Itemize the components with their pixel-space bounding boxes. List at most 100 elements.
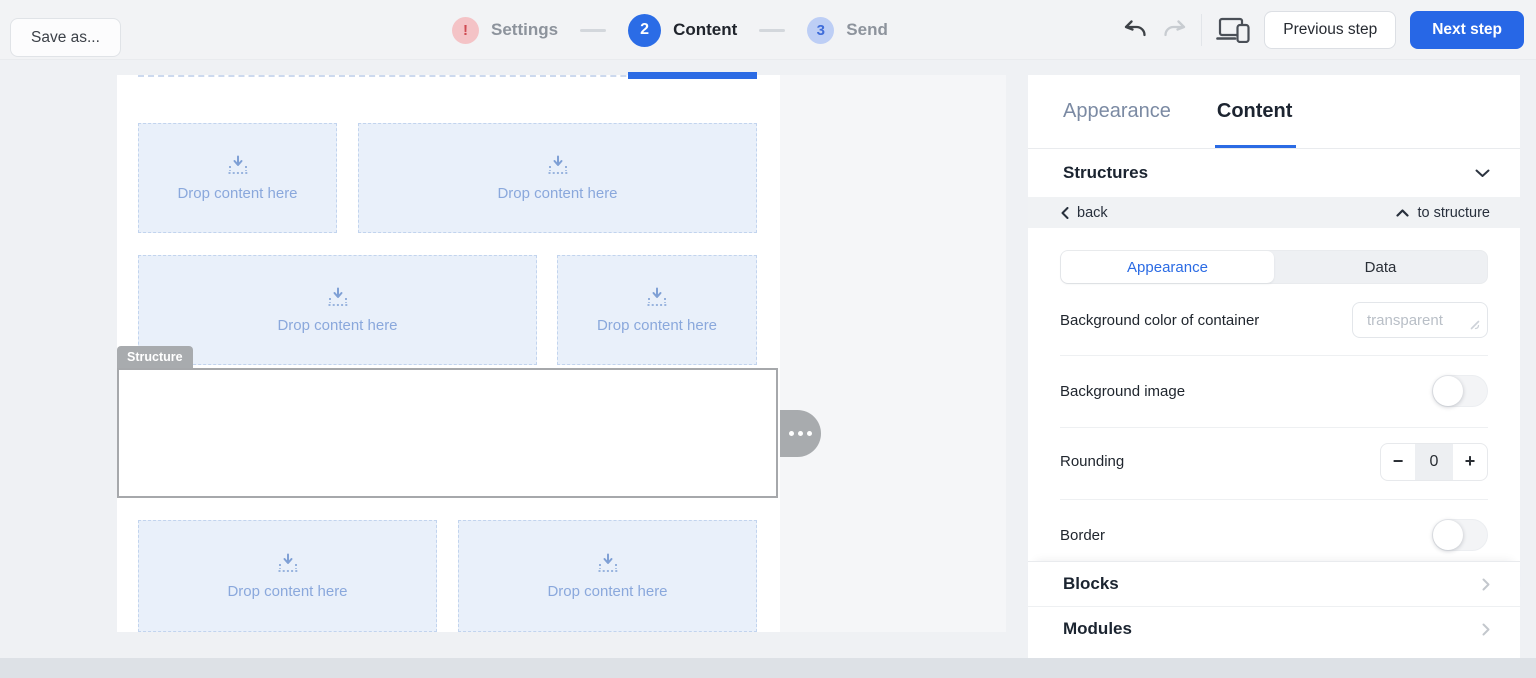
background-color-label: Background color of container (1060, 311, 1260, 329)
drop-content-icon (598, 553, 617, 572)
blocks-section-header[interactable]: Blocks (1028, 561, 1520, 606)
settings-sidebar: Appearance Content Structures back to st… (1028, 75, 1520, 658)
structure-tag: Structure (117, 346, 193, 368)
drop-zone-label: Drop content here (596, 316, 718, 334)
drop-zone[interactable]: Drop content here (138, 520, 437, 632)
divider (1060, 427, 1488, 428)
undo-button[interactable] (1123, 20, 1148, 40)
tab-content-label: Content (1216, 100, 1293, 122)
next-step-button[interactable]: Next step (1410, 11, 1524, 49)
step-divider (580, 28, 607, 32)
step-settings-label: Settings (491, 20, 559, 39)
step-content-number: 2 (628, 13, 662, 47)
appearance-controls: Appearance Data Background color of cont… (1028, 228, 1520, 552)
caret-up-icon (1396, 208, 1410, 217)
toggle-knob (1433, 376, 1463, 406)
background-image-label: Background image (1060, 382, 1186, 400)
drop-zone[interactable]: Drop content here (458, 520, 757, 632)
step-settings[interactable]: ! Settings (452, 16, 559, 44)
step-send-number: 3 (807, 16, 835, 44)
background-color-row: Background color of container (1060, 302, 1488, 338)
segment-appearance[interactable]: Appearance (1061, 251, 1274, 283)
undo-icon (1125, 20, 1146, 37)
canvas-outside-area (780, 75, 1006, 632)
drop-zone[interactable]: Drop content here (557, 255, 757, 365)
segment-data[interactable]: Data (1274, 251, 1487, 283)
tab-content[interactable]: Content (1214, 75, 1297, 148)
device-preview-icon (1216, 17, 1250, 43)
email-editor-screen: Save as... ! Settings 2 Content 3 Send P… (0, 0, 1536, 678)
settings-error-icon: ! (452, 16, 479, 44)
step-content[interactable]: 2 Content (628, 13, 738, 47)
back-button[interactable]: back (1061, 205, 1108, 221)
blocks-label: Blocks (1063, 574, 1119, 593)
drop-content-icon (278, 553, 297, 572)
tab-appearance[interactable]: Appearance (1063, 75, 1171, 148)
bottom-page-strip (0, 658, 1536, 678)
structures-label: Structures (1063, 163, 1149, 182)
step-divider (759, 28, 786, 32)
toggle-knob (1433, 520, 1463, 550)
appearance-data-segmented-control: Appearance Data (1060, 250, 1488, 284)
ellipsis-icon (798, 431, 803, 436)
background-image-toggle[interactable] (1432, 375, 1488, 407)
active-tab-underline (1214, 145, 1297, 148)
drop-zone[interactable]: Drop content here (138, 123, 337, 233)
structure-breadcrumb-bar: back to structure (1028, 197, 1520, 228)
drop-zone-label: Drop content here (547, 582, 668, 600)
background-color-input-wrap (1352, 302, 1488, 338)
drop-content-icon (548, 155, 567, 174)
previous-step-button[interactable]: Previous step (1264, 11, 1397, 49)
rounding-decrease-button[interactable]: − (1381, 444, 1415, 480)
back-label: back (1077, 204, 1108, 221)
chevron-left-icon (1061, 206, 1069, 219)
divider (1060, 499, 1488, 500)
step-indicator: ! Settings 2 Content 3 Send (452, 0, 888, 60)
to-structure-button[interactable]: to structure (1396, 205, 1490, 221)
top-toolbar: Save as... ! Settings 2 Content 3 Send P… (0, 0, 1536, 60)
divider (1060, 355, 1488, 356)
border-toggle[interactable] (1432, 519, 1488, 551)
border-label: Border (1060, 526, 1106, 544)
drop-zone[interactable]: Drop content here (358, 123, 757, 233)
transparent-swatch-icon (1470, 320, 1480, 330)
toolbar-divider (1201, 14, 1203, 46)
device-preview-button[interactable] (1216, 17, 1250, 43)
border-row: Border (1060, 518, 1488, 552)
content-step-underline (628, 72, 757, 79)
background-image-row: Background image (1060, 374, 1488, 408)
drop-content-icon (647, 287, 667, 306)
step-send-label: Send (846, 20, 888, 39)
selected-structure[interactable] (117, 368, 778, 498)
toolbar-actions: Previous step Next step (1123, 0, 1524, 60)
drop-zone-label: Drop content here (277, 316, 398, 334)
segment-data-label: Data (1364, 258, 1397, 276)
redo-icon (1164, 20, 1186, 37)
rounding-value[interactable]: 0 (1415, 443, 1453, 480)
redo-button[interactable] (1162, 20, 1187, 40)
drop-zone[interactable]: Drop content here (138, 255, 537, 365)
to-structure-label: to structure (1417, 204, 1490, 221)
save-as-button[interactable]: Save as... (10, 18, 121, 57)
rounding-label: Rounding (1060, 453, 1125, 470)
rounding-row: Rounding − 0 + (1060, 442, 1488, 481)
drop-zone-label: Drop content here (497, 184, 618, 202)
drop-content-icon (228, 155, 247, 174)
drop-zone-label: Drop content here (227, 582, 348, 600)
modules-label: Modules (1063, 619, 1132, 638)
chevron-right-icon (1482, 623, 1490, 635)
drop-content-icon (328, 287, 347, 306)
sidebar-tabs: Appearance Content (1028, 75, 1520, 149)
step-send[interactable]: 3 Send (807, 16, 888, 44)
segment-appearance-label: Appearance (1127, 258, 1208, 276)
chevron-down-icon (1475, 169, 1490, 177)
structures-section-header[interactable]: Structures (1028, 149, 1520, 197)
chevron-right-icon (1482, 578, 1490, 590)
drop-zone-label: Drop content here (177, 184, 298, 202)
rounding-stepper: − 0 + (1380, 442, 1488, 481)
rounding-increase-button[interactable]: + (1453, 444, 1487, 480)
modules-section-header[interactable]: Modules (1028, 606, 1520, 651)
background-color-input[interactable] (1352, 302, 1488, 338)
step-content-label: Content (673, 20, 738, 39)
tab-appearance-label: Appearance (1063, 100, 1171, 122)
